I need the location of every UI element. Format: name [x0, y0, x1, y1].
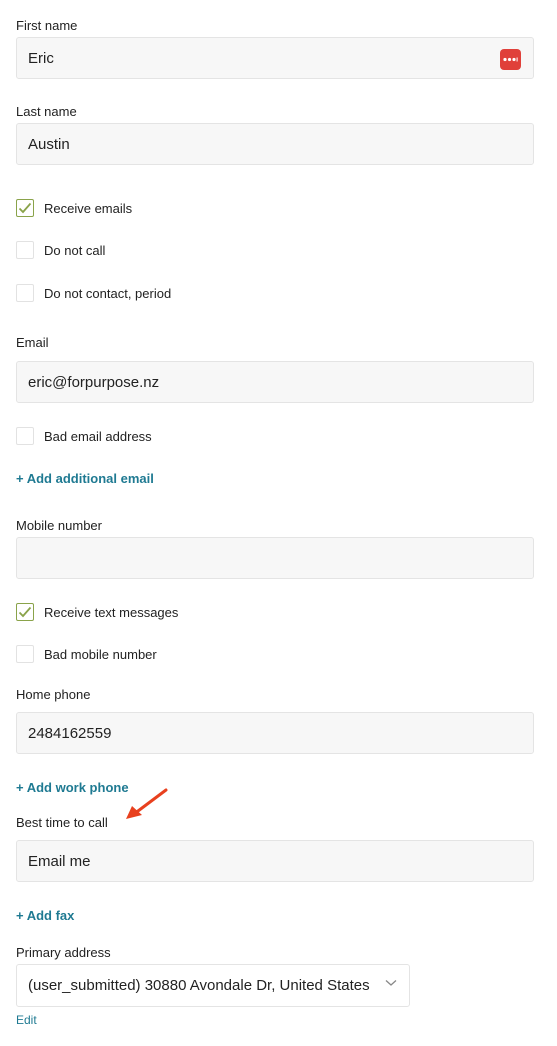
do-not-call-label: Do not call	[44, 242, 106, 258]
add-work-phone-link[interactable]: + Add work phone	[16, 780, 129, 795]
primary-address-select[interactable]: (user_submitted) 30880 Avondale Dr, Unit…	[16, 964, 410, 1007]
password-manager-icon[interactable]	[500, 49, 521, 70]
mobile-number-label: Mobile number	[16, 518, 102, 533]
checkmark-icon	[18, 606, 32, 618]
checkmark-icon	[18, 202, 32, 214]
do-not-contact-label: Do not contact, period	[44, 285, 172, 301]
home-phone-label: Home phone	[16, 687, 91, 702]
bad-email-checkbox[interactable]: Bad email address	[16, 426, 152, 446]
checkbox-unchecked[interactable]	[16, 427, 34, 445]
first-name-label: First name	[16, 18, 78, 33]
checkbox-unchecked[interactable]	[16, 645, 34, 663]
last-name-label: Last name	[16, 104, 77, 119]
bad-mobile-checkbox[interactable]: Bad mobile number	[16, 644, 157, 664]
primary-address-value: (user_submitted) 30880 Avondale Dr, Unit…	[28, 977, 370, 994]
primary-address-label: Primary address	[16, 945, 111, 960]
do-not-contact-checkbox[interactable]: Do not contact, period	[16, 283, 171, 303]
bad-mobile-label: Bad mobile number	[44, 646, 157, 662]
receive-emails-label: Receive emails	[44, 200, 133, 216]
chevron-down-icon	[385, 980, 397, 986]
last-name-input[interactable]	[16, 123, 534, 165]
checkbox-checked[interactable]	[16, 199, 34, 217]
home-phone-input[interactable]	[16, 712, 534, 754]
checkbox-unchecked[interactable]	[16, 241, 34, 259]
best-time-input[interactable]	[16, 840, 534, 882]
receive-texts-checkbox[interactable]: Receive text messages	[16, 602, 178, 622]
mobile-number-input[interactable]	[16, 537, 534, 579]
receive-texts-label: Receive text messages	[44, 604, 179, 620]
first-name-input[interactable]	[16, 37, 534, 79]
annotation-arrow-icon	[126, 788, 168, 819]
receive-emails-checkbox[interactable]: Receive emails	[16, 198, 132, 218]
email-input[interactable]	[16, 361, 534, 403]
checkbox-unchecked[interactable]	[16, 284, 34, 302]
email-label: Email	[16, 335, 49, 350]
bad-email-label: Bad email address	[44, 428, 152, 444]
add-fax-link[interactable]: + Add fax	[16, 908, 74, 923]
checkbox-checked[interactable]	[16, 603, 34, 621]
do-not-call-checkbox[interactable]: Do not call	[16, 240, 105, 260]
best-time-label: Best time to call	[16, 815, 108, 830]
edit-address-link[interactable]: Edit	[16, 1013, 37, 1027]
add-additional-email-link[interactable]: + Add additional email	[16, 471, 154, 486]
